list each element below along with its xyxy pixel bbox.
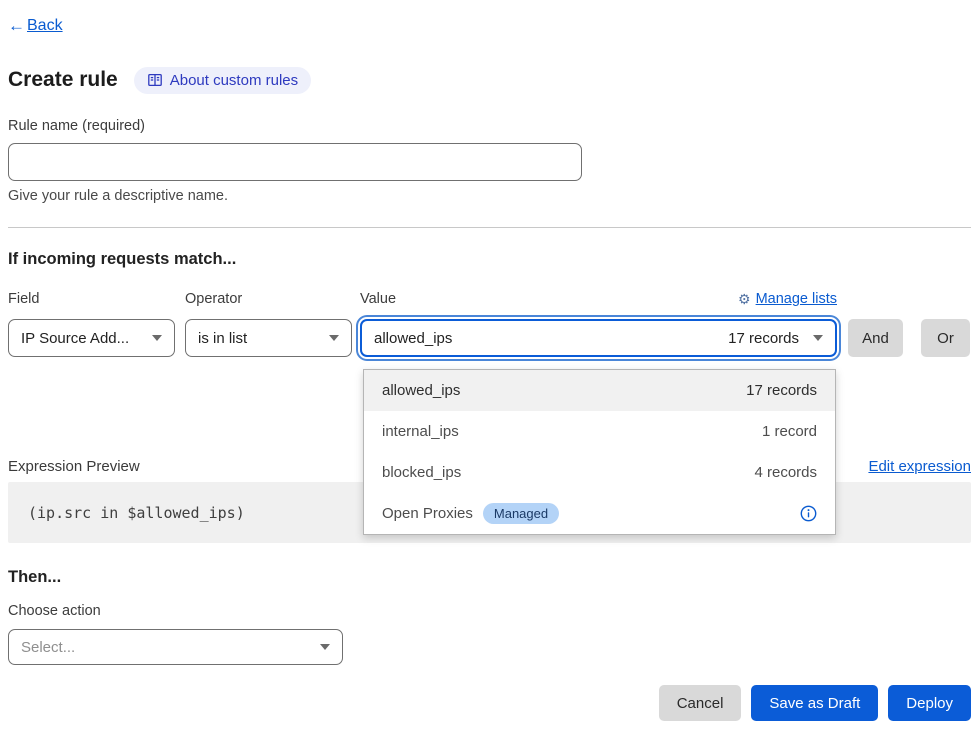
or-button[interactable]: Or [921,319,970,357]
chevron-down-icon [320,644,330,650]
value-column: Value ⚙ Manage lists allowed_ips 17 reco… [360,291,837,357]
gear-icon: ⚙ [738,292,751,306]
chevron-down-icon [152,335,162,341]
list-option-blocked-ips[interactable]: blocked_ips 4 records [364,452,835,493]
field-column: Field IP Source Add... [8,291,175,357]
expression-preview-label: Expression Preview [8,458,140,475]
list-option-name: allowed_ips [382,382,460,399]
field-select-value: IP Source Add... [21,330,142,347]
back-row: ←Back [8,16,971,38]
chevron-down-icon [813,335,823,341]
book-icon [147,72,163,88]
operator-select-value: is in list [198,330,319,347]
list-option-open-proxies[interactable]: Open Proxies Managed [364,493,835,534]
back-arrow-icon: ← [8,16,25,36]
list-option-name: Open Proxies [382,505,473,522]
value-select[interactable]: allowed_ips 17 records [360,319,837,357]
list-option-internal-ips[interactable]: internal_ips 1 record [364,411,835,452]
value-select-record-count: 17 records [728,330,803,347]
choose-action-label: Choose action [8,603,971,620]
match-condition-row: Field IP Source Add... Operator is in li… [8,291,971,357]
expression-code: (ip.src in $allowed_ips) [28,504,245,522]
about-custom-rules-label: About custom rules [170,72,298,89]
chevron-down-icon [329,335,339,341]
field-select[interactable]: IP Source Add... [8,319,175,357]
list-option-count: 4 records [754,464,817,481]
edit-expression-link[interactable]: Edit expression [868,458,971,475]
and-button[interactable]: And [848,319,903,357]
manage-lists-link[interactable]: ⚙ Manage lists [738,291,837,307]
operator-label: Operator [185,291,352,307]
value-dropdown-menu: allowed_ips 17 records internal_ips 1 re… [363,369,836,535]
deploy-button[interactable]: Deploy [888,685,971,721]
action-select-placeholder: Select... [21,639,310,656]
rule-name-helper-text: Give your rule a descriptive name. [8,188,971,205]
rule-name-input[interactable] [8,143,582,181]
page-title: Create rule [8,68,118,92]
operator-select[interactable]: is in list [185,319,352,357]
managed-badge: Managed [483,503,559,525]
match-section-heading: If incoming requests match... [8,250,971,270]
field-label: Field [8,291,175,307]
manage-lists-label: Manage lists [756,291,837,307]
value-select-selected-name: allowed_ips [374,330,728,347]
list-option-allowed-ips[interactable]: allowed_ips 17 records [364,370,835,411]
cancel-button[interactable]: Cancel [659,685,742,721]
list-option-count: 1 record [762,423,817,440]
then-section-heading: Then... [8,568,971,587]
save-as-draft-button[interactable]: Save as Draft [751,685,878,721]
list-option-count: 17 records [746,382,817,399]
list-option-name: blocked_ips [382,464,461,481]
section-divider [8,227,971,228]
action-select[interactable]: Select... [8,629,343,665]
info-icon[interactable] [800,505,817,522]
value-label: Value [360,291,396,307]
operator-column: Operator is in list [185,291,352,357]
value-header: Value ⚙ Manage lists [360,291,837,307]
back-link[interactable]: ←Back [8,16,63,36]
rule-name-label: Rule name (required) [8,118,971,135]
title-row: Create rule About custom rules [8,66,971,94]
list-option-name: internal_ips [382,423,459,440]
footer-actions: Cancel Save as Draft Deploy [8,685,971,721]
about-custom-rules-link[interactable]: About custom rules [134,67,311,94]
back-link-label: Back [27,17,63,35]
